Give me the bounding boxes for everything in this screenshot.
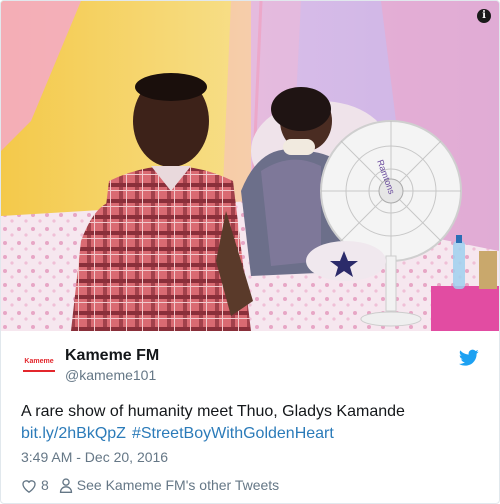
tweet-text-line: A rare show of humanity meet Thuo, Glady… [21,403,405,420]
tweet-body: Kameme Kameme FM @kameme101 A rare show … [1,331,499,493]
like-count: 8 [41,477,49,493]
photo-image: Ramtons [1,1,499,331]
tweet-text: A rare show of humanity meet Thuo, Glady… [21,401,479,445]
tweet-photo[interactable]: Ramtons i [1,1,499,331]
screen-name[interactable]: @kameme101 [65,367,156,383]
tweet-link[interactable]: bit.ly/2hBkQpZ [21,425,126,442]
tweet-header: Kameme Kameme FM @kameme101 [21,331,479,387]
timestamp[interactable]: 3:49 AM - Dec 20, 2016 [21,449,479,465]
tweet-links: bit.ly/2hBkQpZ #StreetBoyWithGoldenHeart [21,423,479,445]
tweet-actions: 8 See Kameme FM's other Tweets [21,477,479,493]
avatar[interactable]: Kameme [21,347,57,383]
heart-icon [22,479,36,493]
person-icon [59,477,72,493]
twitter-bird-icon[interactable] [459,349,479,367]
other-tweets-link[interactable]: See Kameme FM's other Tweets [59,477,279,493]
avatar-logo: Kameme [23,358,55,372]
like-button[interactable]: 8 [21,477,49,493]
other-tweets-label: See Kameme FM's other Tweets [76,477,280,493]
display-name[interactable]: Kameme FM [65,347,159,365]
hashtag-link[interactable]: #StreetBoyWithGoldenHeart [132,425,334,442]
tweet-card: Ramtons i Kameme Kameme FM @kameme101 A … [0,0,500,504]
info-icon[interactable]: i [477,9,491,23]
